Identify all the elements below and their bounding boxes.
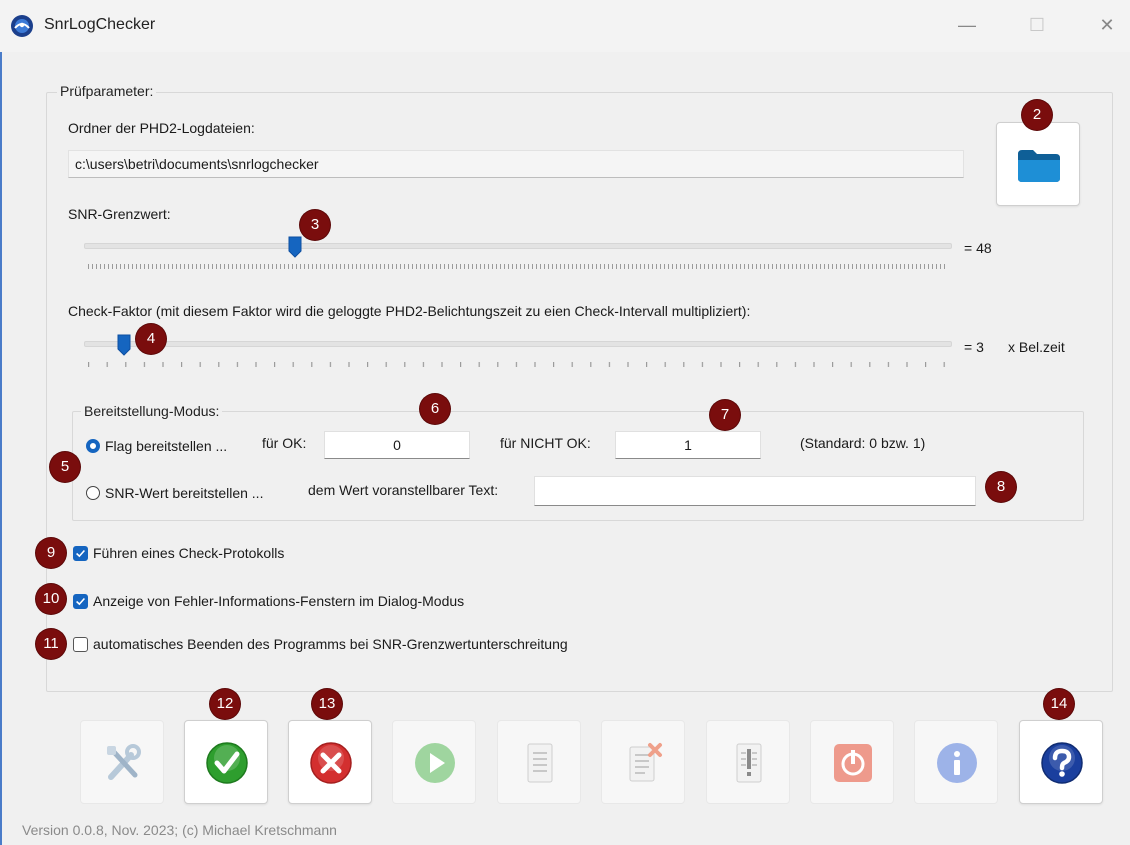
snr-mode-radio[interactable] [86,486,100,500]
snr-value-readout: = 48 [964,240,992,256]
tools-icon [107,744,141,780]
badge-4: 4 [136,324,166,354]
badge-11: 11 [36,629,66,659]
info-button[interactable] [914,720,998,804]
check-slider-ticks [88,362,948,368]
badge-12: 12 [210,689,240,719]
notok-value-label: für NICHT OK: [500,435,591,451]
maximize-button[interactable]: ☐ [1022,12,1052,38]
play-icon [415,743,455,783]
settings-button[interactable] [80,720,164,804]
ok-value-input[interactable]: 0 [324,431,470,459]
window-title: SnrLogChecker [44,16,156,33]
badge-6: 6 [420,394,450,424]
badge-3: 3 [300,210,330,240]
browse-folder-button[interactable] [996,122,1080,206]
exclamation-document-icon [736,743,762,783]
folder-label: Ordner der PHD2-Logdateien: [68,120,255,136]
document-icon [527,743,553,783]
help-button[interactable] [1019,720,1103,804]
error-windows-checkbox[interactable] [73,594,88,609]
protocol-label: Führen eines Check-Protokolls [93,545,285,561]
check-value-readout: = 3 [964,339,984,355]
check-slider-track[interactable] [84,341,952,347]
protocol-checkbox[interactable] [73,546,88,561]
snr-mode-label: SNR-Wert bereitstellen ... [105,485,264,501]
error-windows-label: Anzeige von Fehler-Informations-Fenstern… [93,593,465,609]
badge-2: 2 [1022,100,1052,130]
badge-14: 14 [1044,689,1074,719]
mode-group-title: Bereitstellung-Modus: [81,403,223,419]
standard-hint: (Standard: 0 bzw. 1) [800,435,926,451]
flag-mode-label: Flag bereitstellen ... [105,438,228,454]
badge-10: 10 [36,584,66,614]
auto-exit-checkbox[interactable] [73,637,88,652]
minimize-button[interactable]: — [952,12,982,38]
close-button[interactable]: ✕ [1092,12,1122,38]
prefix-text-label: dem Wert voranstellbarer Text: [308,482,499,498]
ok-button[interactable] [184,720,268,804]
folder-icon [1018,150,1060,182]
help-icon [1041,742,1083,784]
snr-label: SNR-Grenzwert: [68,206,171,222]
stop-button[interactable] [810,720,894,804]
ok-value-label: für OK: [262,435,307,451]
show-log-button[interactable] [497,720,581,804]
version-info: Version 0.0.8, Nov. 2023; (c) Michael Kr… [22,822,337,838]
checkmark-icon [206,742,248,784]
flag-mode-radio[interactable] [86,439,100,453]
folder-path-field[interactable]: c:\users\betri\documents\snrlogchecker [68,150,964,178]
cancel-button[interactable] [288,720,372,804]
delete-log-button[interactable] [601,720,685,804]
start-button[interactable] [392,720,476,804]
info-icon [937,743,977,783]
app-logo-icon [11,15,33,37]
window-border [0,52,2,845]
snr-slider-ticks [88,264,948,270]
badge-9: 9 [36,538,66,568]
auto-exit-label: automatisches Beenden des Programms bei … [93,636,568,652]
badge-7: 7 [710,400,740,430]
params-group-title: Prüfparameter: [57,83,157,99]
delete-document-icon [629,743,662,782]
main-window: SnrLogChecker — ☐ ✕ Prüfparameter: Ordne… [0,0,1130,845]
badge-8: 8 [986,472,1016,502]
snr-slider-track[interactable] [84,243,952,249]
badge-13: 13 [312,689,342,719]
warning-log-button[interactable] [706,720,790,804]
badge-5: 5 [50,452,80,482]
prefix-text-input[interactable] [534,476,976,506]
check-unit-label: x Bel.zeit [1008,339,1065,355]
check-slider-thumb[interactable] [117,334,131,356]
x-icon [310,742,352,784]
check-factor-label: Check-Faktor (mit diesem Faktor wird die… [68,303,751,319]
notok-value-input[interactable]: 1 [615,431,761,459]
power-icon [834,744,872,782]
title-bar: SnrLogChecker — ☐ ✕ [0,0,1130,52]
snr-slider-thumb[interactable] [288,236,302,258]
